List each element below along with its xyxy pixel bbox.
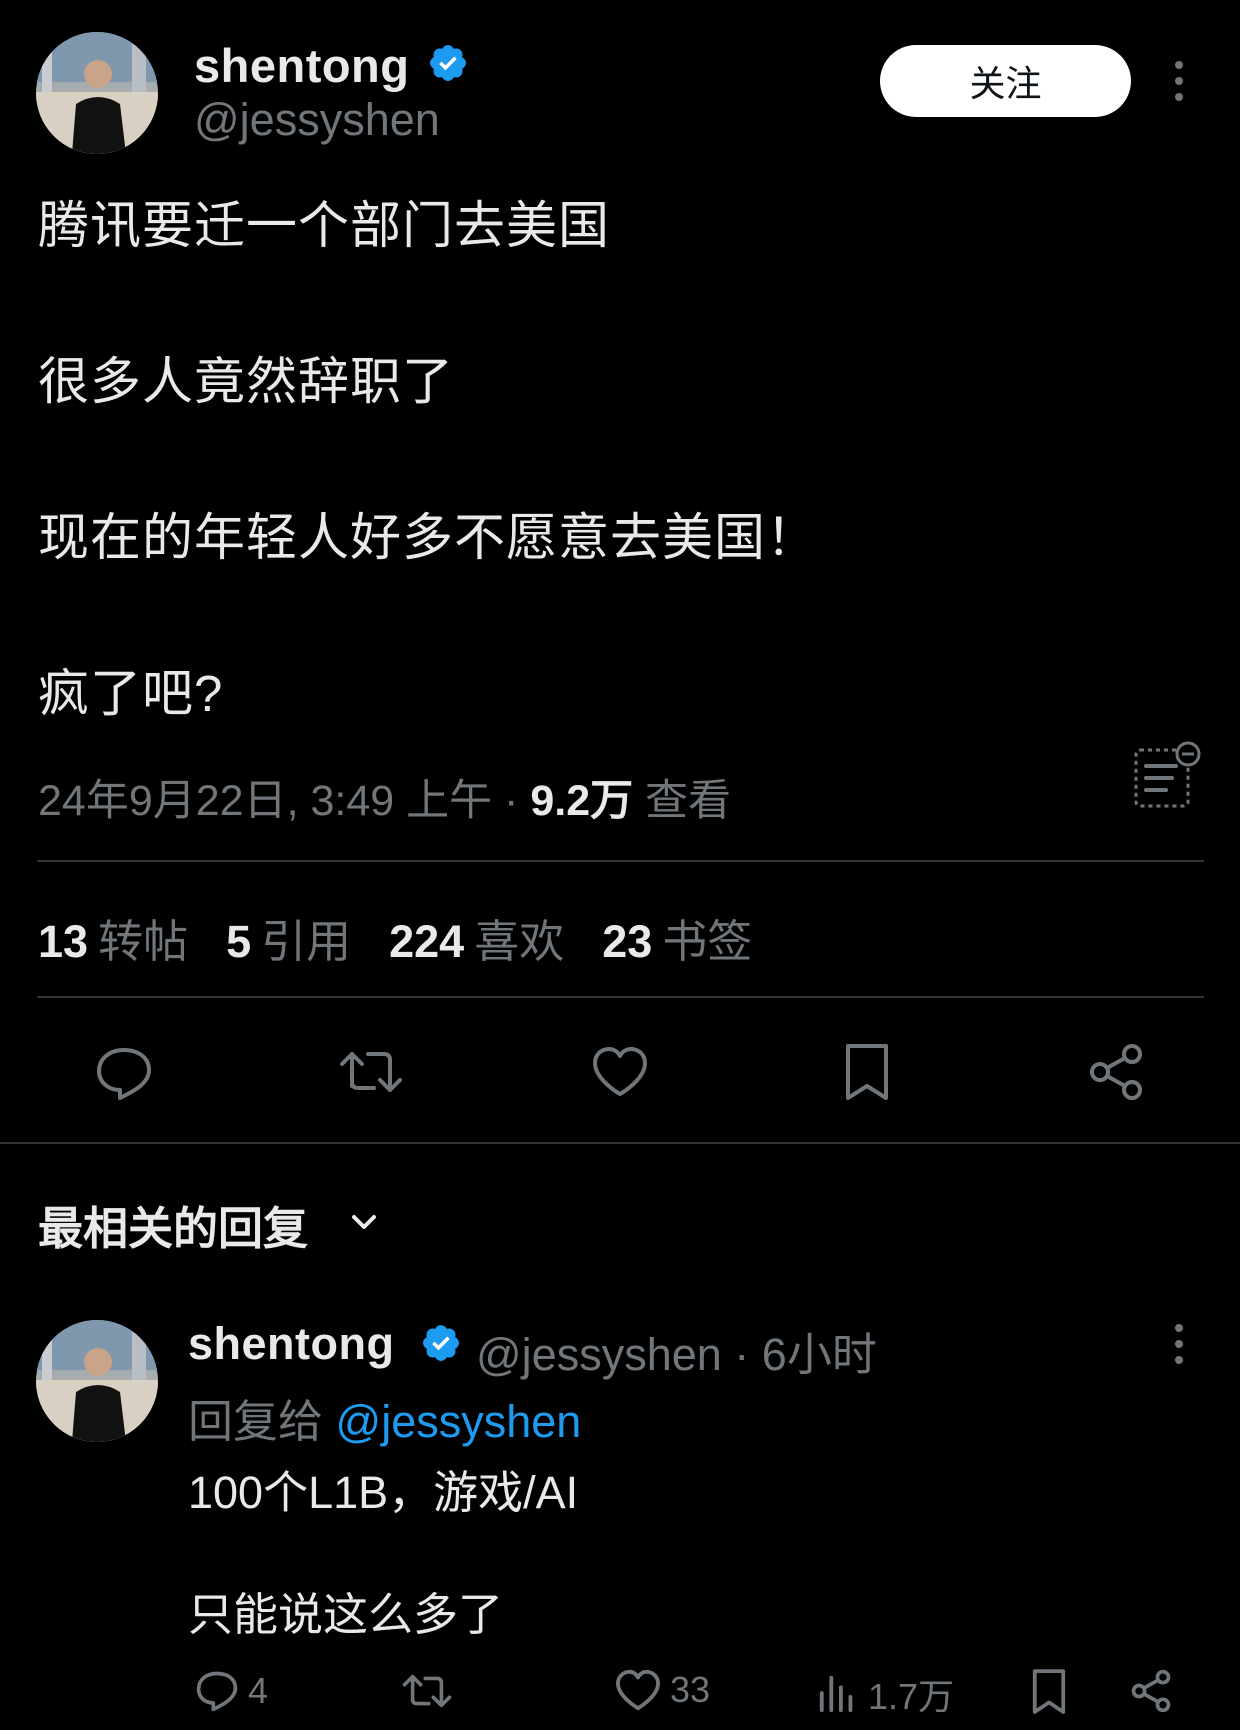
post-text-line: 腾讯要迁一个部门去美国	[38, 197, 611, 254]
reply-handle-row: @jessyshen · 6小时	[476, 1318, 877, 1383]
reply-author-handle[interactable]: @jessyshen	[476, 1329, 722, 1380]
reply-likes-count: 33	[670, 1669, 711, 1710]
more-vertical-icon[interactable]	[1164, 51, 1194, 111]
share-icon[interactable]	[1086, 1042, 1146, 1102]
chevron-down-icon[interactable]	[346, 1204, 382, 1245]
bookmarks-count: 23	[602, 916, 653, 967]
verified-badge-icon	[420, 1322, 462, 1364]
post-text-line: 现在的年轻人好多不愿意去美国！	[38, 509, 819, 566]
more-vertical-icon[interactable]	[1164, 1314, 1194, 1374]
bookmarks-label: 书签	[662, 916, 753, 967]
likes-label: 喜欢	[474, 916, 565, 967]
author-avatar[interactable]	[36, 32, 158, 154]
reply-icon[interactable]	[94, 1042, 154, 1102]
divider	[37, 996, 1204, 998]
post-text-line: 疯了吧?	[38, 665, 224, 722]
reply-icon	[194, 1668, 240, 1714]
post-analytics-icon[interactable]	[1132, 740, 1204, 810]
share-icon	[1128, 1668, 1174, 1714]
reply-author-avatar[interactable]	[36, 1320, 158, 1442]
reply-replies-count: 4	[248, 1670, 269, 1711]
reply-to-prefix: 回复给	[188, 1396, 336, 1447]
reposts-count: 13	[38, 916, 89, 967]
reply-repost-button[interactable]	[400, 1668, 454, 1714]
post-views-value: 9.2万	[530, 777, 634, 825]
quotes-label: 引用	[261, 916, 352, 967]
post-stats-row: 13 转帖 5 引用 224 喜欢 23 书签	[38, 905, 790, 970]
reply-bookmark-button[interactable]	[1030, 1668, 1068, 1716]
reply-to-row: 回复给 @jessyshen	[188, 1385, 581, 1450]
author-display-name[interactable]: shentong	[194, 38, 409, 93]
verified-badge-icon	[427, 42, 469, 84]
quotes-count: 5	[226, 916, 252, 967]
reposts-stat[interactable]: 13 转帖	[38, 916, 188, 967]
likes-stat[interactable]: 224 喜欢	[389, 916, 564, 967]
post-text-line: 很多人竟然辞职了	[38, 353, 455, 410]
heart-icon	[614, 1668, 662, 1712]
replies-sort-label: 最相关的回复	[38, 1203, 309, 1254]
post-timestamp-row: 24年9月22日, 3:49 上午 · 9.2万 查看	[38, 766, 731, 828]
reply-time[interactable]: · 6小时	[722, 1329, 877, 1380]
bookmark-icon	[1030, 1668, 1068, 1716]
section-divider	[0, 1142, 1240, 1144]
reply-share-button[interactable]	[1128, 1668, 1174, 1714]
bookmark-icon[interactable]	[842, 1042, 892, 1102]
post-timestamp[interactable]: 24年9月22日, 3:49 上午 ·	[38, 777, 530, 825]
follow-button[interactable]: 关注	[880, 45, 1131, 117]
reply-to-mention[interactable]: @jessyshen	[336, 1396, 582, 1447]
replies-sort-dropdown[interactable]: 最相关的回复	[38, 1192, 308, 1257]
bookmarks-stat[interactable]: 23 书签	[602, 916, 752, 967]
author-handle[interactable]: @jessyshen	[194, 94, 440, 146]
reply-author-display-name[interactable]: shentong	[188, 1318, 394, 1369]
reply-header: shentong	[188, 1318, 394, 1370]
quotes-stat[interactable]: 5 引用	[226, 916, 351, 967]
divider	[37, 860, 1204, 862]
reposts-label: 转帖	[98, 916, 189, 967]
heart-icon[interactable]	[590, 1044, 650, 1100]
author-name-text[interactable]: shentong	[194, 39, 409, 92]
reply-views-button[interactable]: 1.7万	[816, 1668, 954, 1720]
likes-count: 224	[389, 916, 465, 967]
reply-text-line: 只能说这么多了	[188, 1589, 504, 1640]
repost-icon[interactable]	[336, 1042, 406, 1102]
views-bar-chart-icon	[816, 1672, 860, 1716]
repost-icon	[400, 1668, 454, 1714]
reply-like-button[interactable]: 33	[614, 1668, 710, 1712]
post-views-label: 查看	[633, 777, 732, 825]
reply-reply-button[interactable]: 4	[194, 1668, 268, 1714]
reply-views-count: 1.7万	[868, 1676, 955, 1717]
reply-text-line: 100个L1B，游戏/AI	[188, 1467, 579, 1518]
